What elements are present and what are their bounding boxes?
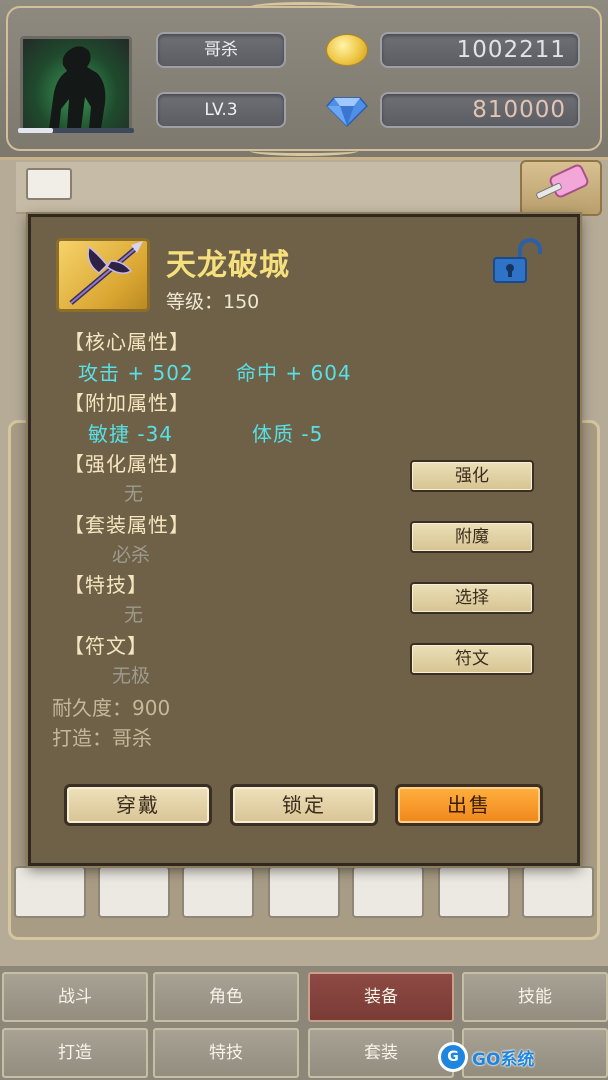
item-level: 等级：150 bbox=[166, 291, 260, 313]
gold-amount: 1002211 bbox=[380, 32, 580, 68]
weapon-item-icon bbox=[56, 238, 150, 312]
enhance-value: 无 bbox=[124, 483, 144, 505]
nav-equipment[interactable]: 装备 bbox=[308, 972, 454, 1022]
header-ornament-bottom bbox=[250, 146, 358, 156]
crafted-by: 打造：哥杀 bbox=[52, 726, 152, 750]
set-attributes-heading: 【套装属性】 bbox=[64, 513, 190, 537]
bonus-attributes-heading: 【附加属性】 bbox=[64, 391, 190, 415]
rune-heading: 【符文】 bbox=[64, 634, 148, 658]
stat-attack: 攻击 + 502 bbox=[78, 361, 194, 385]
gold-coin-icon bbox=[326, 34, 368, 66]
stat-agility: 敏捷 -34 bbox=[88, 422, 174, 446]
inventory-slot[interactable] bbox=[268, 866, 340, 918]
durability: 耐久度：900 bbox=[52, 696, 171, 720]
inventory-slot[interactable] bbox=[352, 866, 424, 918]
enhance-button[interactable]: 强化 bbox=[410, 460, 534, 492]
watermark-logo-icon: G bbox=[438, 1042, 468, 1072]
watermark: G GO系统 bbox=[438, 1038, 606, 1076]
inventory-toolbar bbox=[16, 162, 592, 214]
stat-constitution: 体质 -5 bbox=[252, 422, 324, 446]
hero-portrait[interactable] bbox=[20, 36, 132, 132]
inventory-slot[interactable] bbox=[522, 866, 594, 918]
rune-value: 无极 bbox=[112, 665, 151, 687]
experience-bar bbox=[18, 128, 134, 133]
enhance-attributes-heading: 【强化属性】 bbox=[64, 452, 190, 476]
nav-craft[interactable]: 打造 bbox=[2, 1028, 148, 1078]
enchant-button[interactable]: 附魔 bbox=[410, 521, 534, 553]
select-button[interactable]: 选择 bbox=[410, 582, 534, 614]
nav-character[interactable]: 角色 bbox=[153, 972, 299, 1022]
nav-sets[interactable]: 套装 bbox=[308, 1028, 454, 1078]
watermark-text: GO系统 bbox=[472, 1049, 535, 1070]
item-name: 天龙破城 bbox=[166, 248, 290, 283]
rune-button[interactable]: 符文 bbox=[410, 643, 534, 675]
core-attributes-heading: 【核心属性】 bbox=[64, 330, 190, 354]
forge-hammer-button[interactable] bbox=[520, 160, 602, 216]
inventory-filter-tab[interactable] bbox=[26, 168, 72, 200]
sell-button[interactable]: 出售 bbox=[395, 784, 543, 826]
nav-traits[interactable]: 特技 bbox=[153, 1028, 299, 1078]
diamond-icon bbox=[326, 97, 368, 128]
skill-heading: 【特技】 bbox=[64, 573, 148, 597]
stat-hit: 命中 + 604 bbox=[236, 361, 352, 385]
player-name: 哥杀 bbox=[156, 32, 286, 68]
inventory-slot[interactable] bbox=[98, 866, 170, 918]
header-ornament-top bbox=[250, 2, 358, 12]
inventory-slot[interactable] bbox=[182, 866, 254, 918]
skill-value: 无 bbox=[124, 604, 144, 626]
nav-battle[interactable]: 战斗 bbox=[2, 972, 148, 1022]
lock-button[interactable]: 锁定 bbox=[230, 784, 378, 826]
halberd-icon bbox=[69, 241, 143, 305]
experience-bar-fill bbox=[18, 128, 53, 133]
set-value: 必杀 bbox=[112, 544, 151, 566]
inventory-slot[interactable] bbox=[438, 866, 510, 918]
unlocked-padlock-icon[interactable] bbox=[490, 238, 550, 286]
nav-skills[interactable]: 技能 bbox=[462, 972, 608, 1022]
gem-amount: 810000 bbox=[380, 92, 580, 128]
equip-button[interactable]: 穿戴 bbox=[64, 784, 212, 826]
player-level: LV.3 bbox=[156, 92, 286, 128]
hammer-icon bbox=[536, 164, 589, 200]
inventory-slot[interactable] bbox=[14, 866, 86, 918]
hero-silhouette-icon bbox=[49, 46, 106, 129]
